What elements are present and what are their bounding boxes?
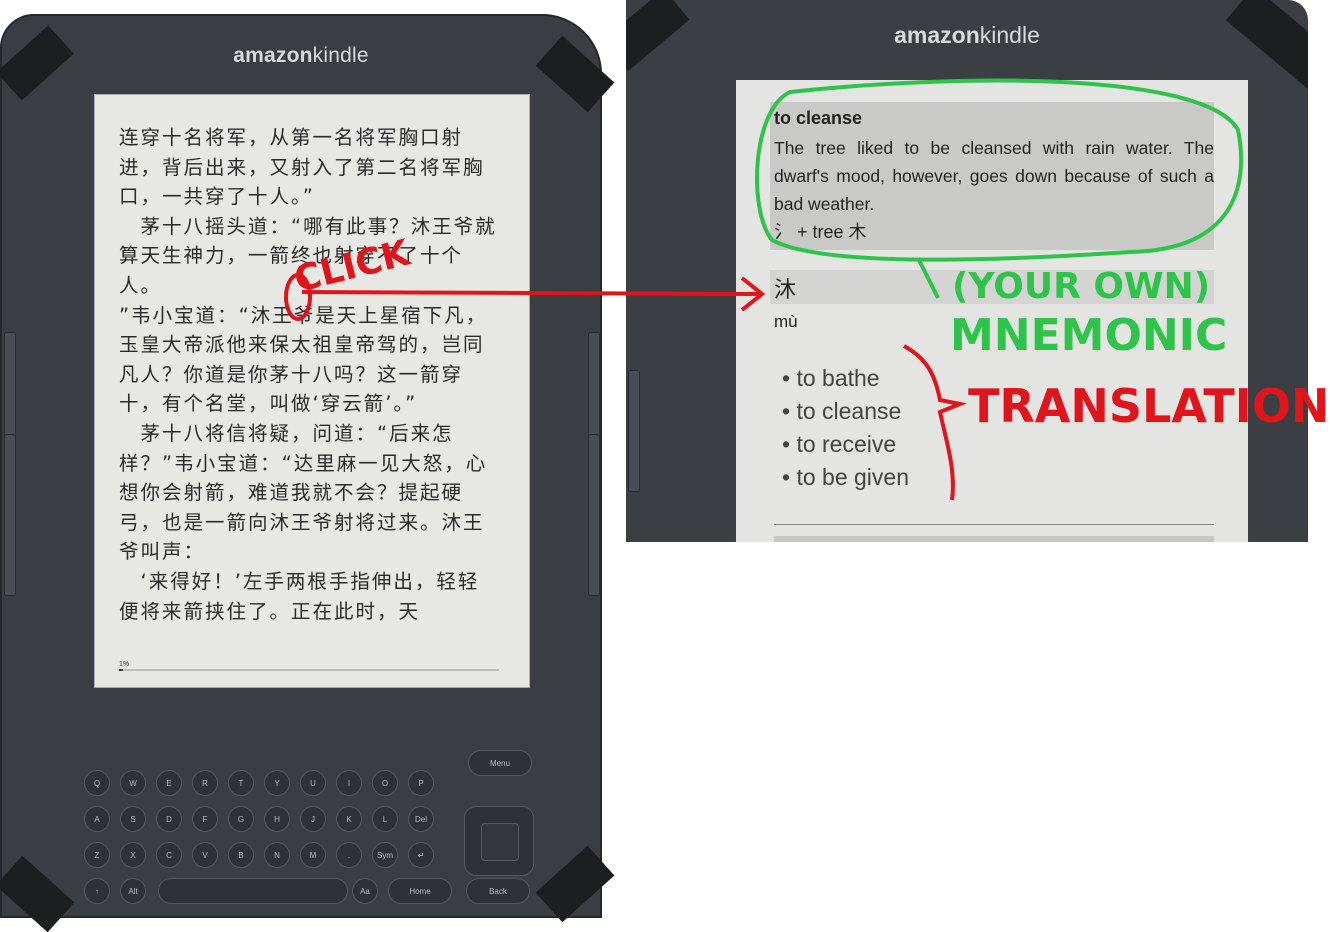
key-w[interactable]: W (120, 770, 146, 796)
translation-item: to receive (782, 428, 909, 461)
progress-label: 1% (119, 661, 130, 668)
key-x[interactable]: X (120, 842, 146, 868)
cover-corner-strap (0, 855, 75, 932)
book-paragraph: 茅十八摇头道：“哪有此事？沐王爷就算天生神力，一箭终也射穿不了十个人。 (119, 214, 497, 297)
key-n[interactable]: N (264, 842, 290, 868)
entry-divider (774, 524, 1214, 525)
key-a[interactable]: A (84, 806, 110, 832)
alt-key[interactable]: Alt (120, 878, 146, 904)
translation-item: to be given (782, 461, 909, 494)
key-h[interactable]: H (264, 806, 290, 832)
pinyin: mù (774, 312, 798, 331)
five-way-select[interactable] (481, 823, 519, 861)
right-kindle-device: amazonkindle to cleanse The tree liked t… (626, 0, 1308, 542)
five-way-controller[interactable] (464, 806, 534, 876)
dictionary-screen[interactable]: to cleanse The tree liked to be cleansed… (736, 80, 1248, 542)
key-e[interactable]: E (156, 770, 182, 796)
key-d[interactable]: D (156, 806, 182, 832)
page-turn-button[interactable] (628, 370, 640, 492)
key-f[interactable]: F (192, 806, 218, 832)
next-page-button-left[interactable] (4, 434, 16, 596)
headword-character: 沐 (774, 278, 797, 303)
key-r[interactable]: R (192, 770, 218, 796)
book-paragraph: ”韦小宝道：“沐王爷是天上星宿下凡，玉皇大帝派他来保太祖皇帝驾的，岂同凡人？你道… (119, 303, 488, 416)
translation-item: to cleanse (782, 395, 909, 428)
key-b[interactable]: B (228, 842, 254, 868)
font-size-key[interactable]: Aa (352, 878, 378, 904)
key-period[interactable]: . (336, 842, 362, 868)
key-z[interactable]: Z (84, 842, 110, 868)
home-key[interactable]: Home (388, 878, 452, 904)
key-del[interactable]: Del (408, 806, 434, 832)
book-paragraph: ‘来得好！’左手两根手指伸出，轻轻便将来箭挟住了。正在此时，天 (119, 569, 480, 623)
translation-list: to bathe to cleanse to receive to be giv… (782, 362, 909, 494)
reading-progress: 1% (119, 661, 499, 671)
book-paragraph: 连穿十名将军，从第一名将军胸口射进，背后出来，又射入了第二名将军胸口，一共穿了十… (119, 126, 485, 209)
key-m[interactable]: M (300, 842, 326, 868)
mnemonic-story: The tree liked to be cleansed with rain … (774, 138, 1214, 214)
back-key[interactable]: Back (466, 878, 530, 904)
key-k[interactable]: K (336, 806, 362, 832)
shift-key[interactable]: ↑ (84, 878, 110, 904)
headword-row: 沐 (770, 270, 1214, 304)
key-j[interactable]: J (300, 806, 326, 832)
key-v[interactable]: V (192, 842, 218, 868)
next-page-button-right[interactable] (588, 434, 600, 596)
key-o[interactable]: O (372, 770, 398, 796)
cover-corner-strap (535, 845, 615, 923)
next-entry-row (774, 536, 1214, 542)
key-p[interactable]: P (408, 770, 434, 796)
key-g[interactable]: G (228, 806, 254, 832)
translation-item: to bathe (782, 362, 909, 395)
key-l[interactable]: L (372, 806, 398, 832)
key-i[interactable]: I (336, 770, 362, 796)
key-y[interactable]: Y (264, 770, 290, 796)
key-q[interactable]: Q (84, 770, 110, 796)
progress-bar (119, 669, 499, 671)
key-c[interactable]: C (156, 842, 182, 868)
key-enter[interactable]: ↵ (408, 842, 434, 868)
cover-corner-strap (0, 25, 74, 101)
mnemonic-entry: to cleanse The tree liked to be cleansed… (770, 102, 1214, 250)
space-bar[interactable] (158, 878, 348, 904)
key-t[interactable]: T (228, 770, 254, 796)
key-u[interactable]: U (300, 770, 326, 796)
left-kindle-device: amazonkindle 连穿十名将军，从第一名将军胸口射进，背后出来，又射入了… (0, 14, 615, 932)
amazon-kindle-logo: amazonkindle (233, 44, 369, 67)
radical-decomposition: 氵 + tree 木 (774, 222, 867, 242)
key-sym[interactable]: Sym (372, 842, 398, 868)
amazon-kindle-logo: amazonkindle (894, 22, 1040, 48)
menu-key[interactable]: Menu (468, 750, 532, 776)
mnemonic-title: to cleanse (774, 108, 863, 128)
progress-fill (119, 669, 123, 671)
key-s[interactable]: S (120, 806, 146, 832)
reader-screen[interactable]: 连穿十名将军，从第一名将军胸口射进，背后出来，又射入了第二名将军胸口，一共穿了十… (94, 94, 530, 688)
book-paragraph: 茅十八将信将疑，问道：“后来怎样？”韦小宝道：“达里麻一见大怒，心想你会射箭，难… (119, 421, 488, 564)
book-text[interactable]: 连穿十名将军，从第一名将军胸口射进，背后出来，又射入了第二名将军胸口，一共穿了十… (119, 123, 499, 626)
